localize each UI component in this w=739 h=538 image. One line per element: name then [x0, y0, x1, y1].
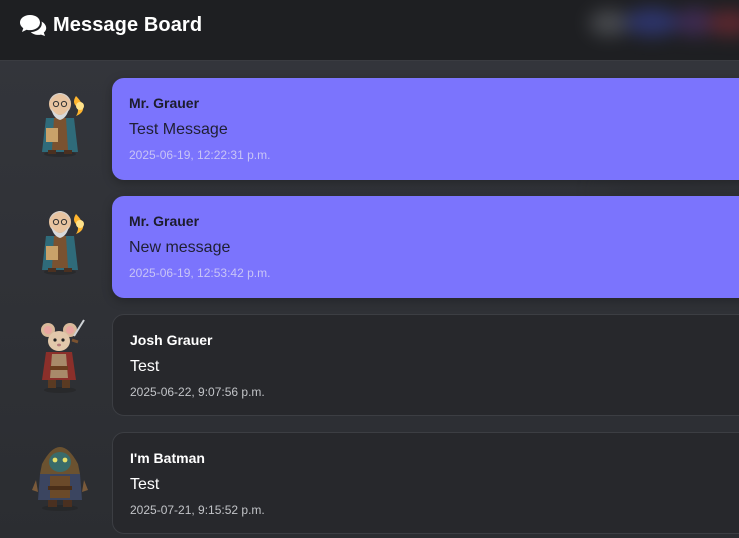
- header-bar: Message Board: [0, 0, 739, 61]
- message-bubble: Mr. Grauer New message 2025-06-19, 12:53…: [112, 196, 739, 298]
- message-bubble: Josh Grauer Test 2025-06-22, 9:07:56 p.m…: [112, 314, 739, 416]
- page-title: Message Board: [53, 13, 203, 36]
- message-text: New message: [129, 239, 231, 256]
- wizard-avatar: [42, 93, 84, 157]
- message-author: Josh Grauer: [130, 332, 213, 348]
- message-text: Test: [130, 358, 160, 375]
- message-list: Mr. Grauer Test Message 2025-06-19, 12:2…: [0, 61, 739, 538]
- message-timestamp: 2025-06-19, 12:53:42 p.m.: [129, 266, 271, 280]
- hooded-rogue-avatar: [32, 447, 88, 511]
- message-timestamp: 2025-06-22, 9:07:56 p.m.: [130, 385, 265, 399]
- message-item: I'm Batman Test 2025-07-21, 9:15:52 p.m.: [0, 432, 739, 536]
- message-text: Test Message: [129, 121, 228, 138]
- header-decoration: [589, 4, 739, 40]
- comments-icon: [20, 15, 47, 36]
- message-item: Mr. Grauer Test Message 2025-06-19, 12:2…: [0, 78, 739, 182]
- message-author: I'm Batman: [130, 450, 205, 466]
- mouse-warrior-avatar: [41, 319, 85, 393]
- message-text: Test: [130, 476, 160, 493]
- message-bubble: Mr. Grauer Test Message 2025-06-19, 12:2…: [112, 78, 739, 180]
- message-timestamp: 2025-06-19, 12:22:31 p.m.: [129, 148, 271, 162]
- message-bubble: I'm Batman Test 2025-07-21, 9:15:52 p.m.: [112, 432, 739, 534]
- message-item: Mr. Grauer New message 2025-06-19, 12:53…: [0, 196, 739, 300]
- message-author: Mr. Grauer: [129, 213, 200, 229]
- message-author: Mr. Grauer: [129, 95, 200, 111]
- message-timestamp: 2025-07-21, 9:15:52 p.m.: [130, 503, 265, 517]
- wizard-avatar: [42, 211, 84, 275]
- app-title: Message Board: [19, 13, 202, 37]
- message-item: Josh Grauer Test 2025-06-22, 9:07:56 p.m…: [0, 314, 739, 418]
